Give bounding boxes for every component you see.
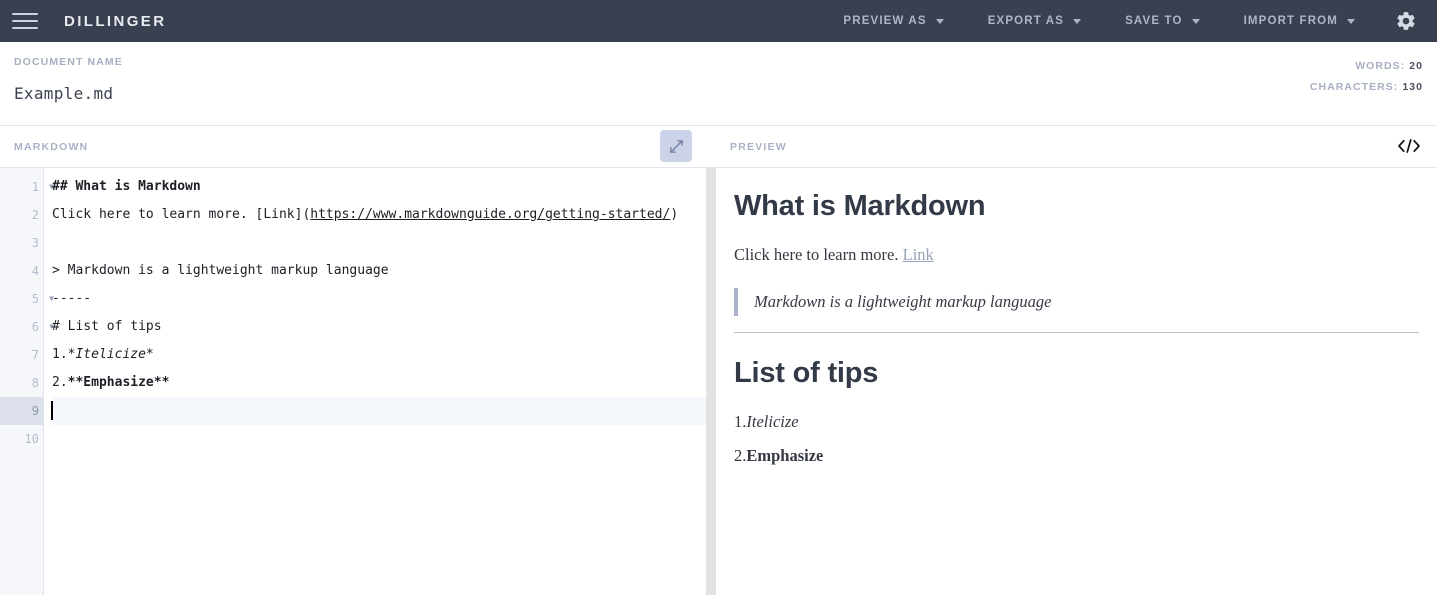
- preview-paragraph-text: Click here to learn more.: [734, 245, 899, 264]
- code-line[interactable]: > Markdown is a lightweight markup langu…: [51, 257, 716, 285]
- code-area[interactable]: ## What is Markdown Click here to learn m…: [44, 168, 716, 595]
- code-line[interactable]: # List of tips: [51, 313, 716, 341]
- editor-vertical-scrollbar[interactable]: [706, 168, 716, 595]
- code-brackets-icon[interactable]: [1393, 131, 1425, 161]
- gear-icon[interactable]: [1393, 8, 1419, 34]
- chevron-down-icon: [1191, 18, 1200, 24]
- character-count-value: 130: [1402, 81, 1423, 93]
- document-name-label: DOCUMENT NAME: [14, 56, 123, 68]
- line-number: 9: [0, 397, 43, 425]
- code-segment: **Emphasize**: [67, 375, 170, 390]
- word-count-value: 20: [1409, 60, 1423, 72]
- character-count-row: CHARACTERS: 130: [1310, 77, 1423, 98]
- preview-horizontal-rule: [734, 331, 1419, 333]
- preview-pane-title: PREVIEW: [730, 140, 787, 153]
- menu-export-as-label: EXPORT AS: [987, 15, 1065, 27]
- markdown-pane-header: MARKDOWN: [0, 126, 716, 168]
- line-number-gutter: 1 ▼ 2 3 4 5 ▼ 6 ▼ 7 8 9 10: [0, 168, 54, 595]
- menu-import-from[interactable]: IMPORT FROM: [1222, 0, 1377, 42]
- app-brand-title: DILLINGER: [64, 12, 167, 30]
- code-segment: 1.: [52, 347, 68, 362]
- menu-preview-as-label: PREVIEW AS: [843, 15, 927, 27]
- markdown-pane: MARKDOWN 1 ▼ 2 3 4 5 ▼ 6 ▼ 7 8 9 10 ## What is Markd…: [0, 126, 716, 595]
- document-name-input[interactable]: [14, 84, 414, 103]
- line-number: 5 ▼: [0, 285, 54, 313]
- code-segment: -----: [52, 291, 92, 306]
- hamburger-bar: [12, 20, 38, 22]
- code-line[interactable]: -----: [51, 285, 716, 313]
- preview-paragraph: Click here to learn more. Link: [734, 243, 1419, 268]
- line-number: 8: [31, 376, 39, 390]
- preview-blockquote-text: Markdown is a lightweight markup languag…: [754, 291, 1052, 311]
- menu-save-to-label: SAVE TO: [1125, 15, 1183, 27]
- line-number: 4: [31, 264, 39, 278]
- chevron-down-icon: [935, 18, 944, 24]
- navbar-menu-group: PREVIEW AS EXPORT AS SAVE TO IMPORT FROM: [821, 0, 1423, 42]
- line-number: 3: [31, 236, 39, 250]
- markdown-editor[interactable]: 1 ▼ 2 3 4 5 ▼ 6 ▼ 7 8 9 10 ## What is Markdown Click …: [0, 168, 716, 595]
- code-segment: 2.: [52, 375, 68, 390]
- preview-list-item-number: 2.: [734, 445, 747, 465]
- code-segment: ## What is Markdown: [52, 179, 201, 194]
- preview-list-item: 2.Emphasize: [734, 446, 1419, 466]
- code-line[interactable]: 2.**Emphasize**: [51, 369, 716, 397]
- menu-import-from-label: IMPORT FROM: [1243, 15, 1338, 27]
- code-line[interactable]: 1.*Itelicize*: [51, 341, 716, 369]
- preview-list-item-number: 1.: [734, 411, 747, 431]
- preview-blockquote: Markdown is a lightweight markup languag…: [734, 287, 1419, 316]
- preview-link[interactable]: Link: [903, 245, 934, 264]
- line-number: 1 ▼: [0, 173, 54, 201]
- code-line[interactable]: ## What is Markdown: [51, 173, 716, 201]
- hamburger-bar: [12, 27, 38, 29]
- line-number: 6 ▼: [0, 313, 54, 341]
- document-bar: DOCUMENT NAME WORDS: 20 CHARACTERS: 130: [0, 42, 1437, 126]
- line-number: 2: [31, 208, 39, 222]
- chevron-down-icon: [1073, 18, 1082, 24]
- preview-content: What is Markdown Click here to learn mor…: [716, 168, 1437, 595]
- preview-list: 1.Itelicize 2.Emphasize: [734, 412, 1419, 466]
- code-segment: Click here to learn more. [Link](: [52, 207, 311, 222]
- preview-heading-1: What is Markdown: [734, 190, 986, 222]
- code-segment: https://www.markdownguide.org/getting-st…: [310, 207, 671, 222]
- word-count-label: WORDS:: [1355, 60, 1406, 72]
- line-number: 10: [24, 432, 39, 446]
- code-segment: > Markdown is a lightweight markup langu…: [52, 263, 389, 278]
- code-line[interactable]: [51, 229, 716, 257]
- hamburger-menu-icon[interactable]: [10, 8, 40, 34]
- character-count-label: CHARACTERS:: [1309, 81, 1399, 93]
- code-line[interactable]: [51, 425, 716, 453]
- code-segment: # List of tips: [52, 319, 162, 334]
- editor-preview-panes: MARKDOWN 1 ▼ 2 3 4 5 ▼ 6 ▼ 7 8 9 10 ## What is Markd…: [0, 126, 1437, 595]
- preview-pane: PREVIEW What is Markdown Click here to l…: [716, 126, 1437, 595]
- code-segment: *Itelicize*: [67, 347, 154, 362]
- line-number: 7: [31, 348, 39, 362]
- menu-preview-as[interactable]: PREVIEW AS: [821, 0, 965, 42]
- chevron-down-icon: [1347, 18, 1355, 24]
- preview-list-item: 1.Itelicize: [734, 412, 1419, 432]
- code-line[interactable]: Click here to learn more. [Link](https:/…: [51, 201, 716, 229]
- markdown-pane-title: MARKDOWN: [14, 140, 89, 153]
- hamburger-bar: [12, 13, 38, 15]
- menu-save-to[interactable]: SAVE TO: [1103, 0, 1221, 42]
- preview-heading-2: List of tips: [734, 356, 879, 389]
- document-stats: WORDS: 20 CHARACTERS: 130: [1310, 56, 1423, 98]
- code-segment: ): [670, 207, 679, 222]
- word-count-row: WORDS: 20: [1310, 56, 1423, 77]
- top-navbar: DILLINGER PREVIEW AS EXPORT AS SAVE TO I…: [0, 0, 1437, 42]
- preview-list-item-text: Itelicize: [746, 411, 799, 431]
- code-line[interactable]: [51, 397, 716, 425]
- preview-list-item-text: Emphasize: [746, 445, 824, 465]
- menu-export-as[interactable]: EXPORT AS: [966, 0, 1103, 42]
- expand-arrows-icon[interactable]: [660, 130, 692, 162]
- preview-pane-header: PREVIEW: [716, 126, 1437, 168]
- editor-inner: 1 ▼ 2 3 4 5 ▼ 6 ▼ 7 8 9 10 ## What is Markdown Click …: [0, 168, 716, 595]
